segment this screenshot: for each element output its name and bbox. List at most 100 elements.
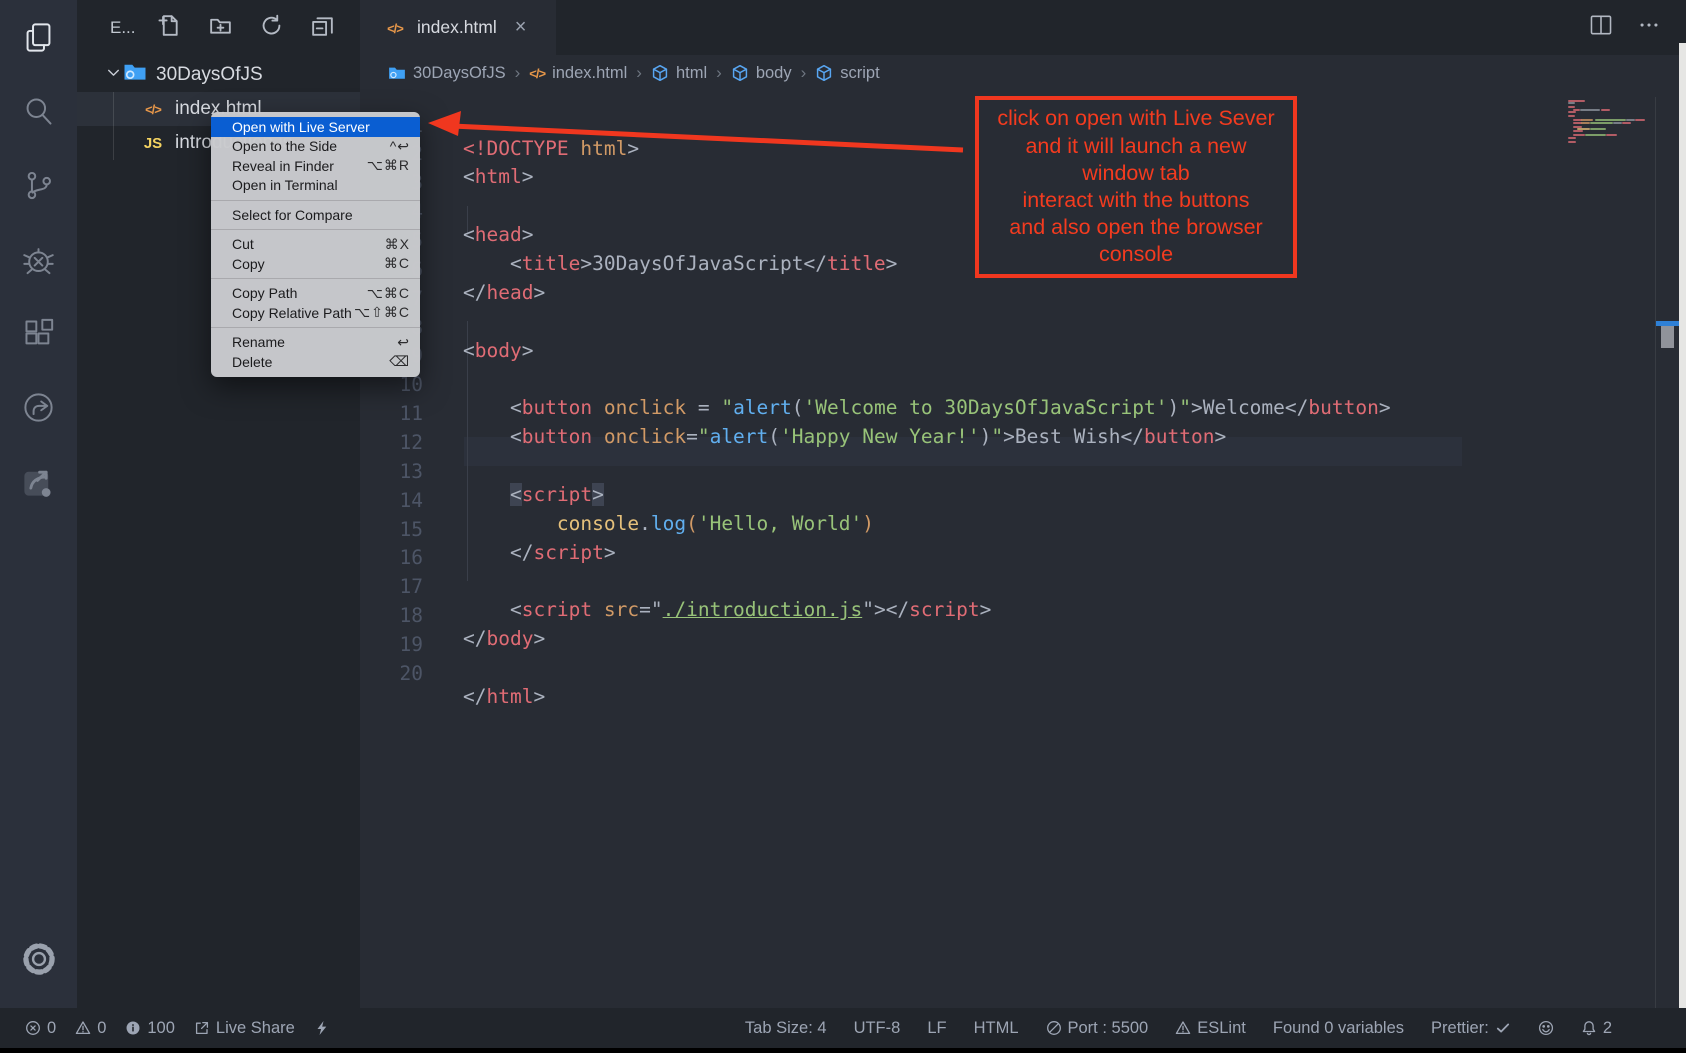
menu-item-open-in-terminal[interactable]: Open in Terminal <box>211 176 420 196</box>
explorer-title: E... <box>110 18 136 38</box>
status-label: 0 <box>97 1019 106 1038</box>
status-item-variables-found[interactable]: Found 0 variables <box>1273 1019 1404 1038</box>
info-icon <box>125 1020 141 1036</box>
search-icon[interactable] <box>0 74 77 148</box>
annotation-text-line: and it will launch a new <box>979 133 1293 160</box>
menu-item-copy-path[interactable]: Copy Path⌥⌘C <box>211 284 420 304</box>
code-line-11: 11 <button onclick="alert('Happy New Yea… <box>360 379 407 408</box>
cube-icon <box>731 64 749 82</box>
explorer-icon[interactable] <box>0 0 77 74</box>
check-icon <box>1495 1020 1511 1036</box>
status-item-prettier[interactable]: Prettier: <box>1431 1019 1511 1038</box>
status-item-language-mode[interactable]: HTML <box>974 1019 1019 1038</box>
status-item-tab-size[interactable]: Tab Size: 4 <box>745 1019 827 1038</box>
refresh-explorer-icon[interactable] <box>260 14 283 42</box>
breadcrumb-item-script[interactable]: script <box>815 64 879 83</box>
status-item-go-live[interactable] <box>314 1020 330 1036</box>
status-bar: 0 0 100 Live Share Tab Size: 4 UTF-8 LF HTML Po… <box>0 1008 1686 1048</box>
menu-item-reveal-in-finder[interactable]: Reveal in Finder⌥⌘R <box>211 156 420 176</box>
status-item-feedback[interactable] <box>1538 1020 1554 1036</box>
menu-item-open-to-the-side[interactable]: Open to the Side^↩ <box>211 137 420 157</box>
bell-icon <box>1581 1020 1597 1036</box>
smiley-icon <box>1538 1020 1554 1036</box>
annotation-box: click on open with Live Severand it will… <box>975 96 1297 278</box>
menu-divider <box>211 327 420 328</box>
status-label: Live Share <box>216 1019 295 1038</box>
status-label: Port : 5500 <box>1068 1019 1149 1038</box>
menu-divider <box>211 200 420 201</box>
settings-gear-icon[interactable] <box>0 940 77 978</box>
js-file-icon: JS <box>140 132 166 154</box>
extensions-icon[interactable] <box>0 296 77 370</box>
new-folder-icon[interactable] <box>209 14 232 42</box>
slash-icon <box>1046 1020 1062 1036</box>
annotation-text-line: console <box>979 241 1293 268</box>
menu-item-copy-relative-path[interactable]: Copy Relative Path⌥⇧⌘C <box>211 303 420 323</box>
scrollbar-track-border <box>1655 97 1656 1008</box>
menu-item-rename[interactable]: Rename↩ <box>211 333 420 353</box>
menu-divider <box>211 278 420 279</box>
code-line-16: 16 <box>360 523 407 552</box>
scrollbar-thumb[interactable] <box>1661 326 1674 348</box>
breadcrumb-separator: › <box>801 63 807 83</box>
annotation-text-line: interact with the buttons <box>979 187 1293 214</box>
more-actions-icon[interactable] <box>1636 12 1662 43</box>
breadcrumb-separator: › <box>515 63 521 83</box>
code-line-14: 14 console.log('Hello, World') <box>360 466 407 495</box>
error-icon <box>25 1020 41 1036</box>
status-item-live-server-port[interactable]: Port : 5500 <box>1046 1019 1149 1038</box>
context-menu: Open with Live ServerOpen to the Side^↩R… <box>211 112 420 377</box>
vscode-window: E... 30DaysOfJS</> index.htmlJS introduc… <box>0 0 1686 1053</box>
status-label: Found 0 variables <box>1273 1019 1404 1038</box>
menu-item-select-for-compare[interactable]: Select for Compare <box>211 205 420 225</box>
menu-divider <box>211 229 420 230</box>
new-file-icon[interactable] <box>158 14 181 42</box>
code-line-19: 19 <box>360 610 407 639</box>
status-item-eol[interactable]: LF <box>927 1019 946 1038</box>
breadcrumb-item-index.html[interactable]: </>index.html <box>529 64 627 83</box>
breadcrumb-item-body[interactable]: body <box>731 64 792 83</box>
run-debug-icon[interactable] <box>0 222 77 296</box>
status-item-notifications[interactable]: 2 <box>1581 1019 1612 1038</box>
collapse-folders-icon[interactable] <box>311 14 334 42</box>
status-item-eslint[interactable]: ESLint <box>1175 1019 1246 1038</box>
menu-item-open-with-live-server[interactable]: Open with Live Server <box>211 117 420 137</box>
line-number: 20 <box>360 662 423 685</box>
tab-label: index.html <box>417 17 497 38</box>
status-item-errors-count[interactable]: 0 <box>25 1019 56 1038</box>
menu-item-delete[interactable]: Delete⌫ <box>211 352 420 372</box>
status-item-warnings-count[interactable]: 0 <box>75 1019 106 1038</box>
live-share-icon[interactable] <box>0 370 77 444</box>
source-control-icon[interactable] <box>0 148 77 222</box>
folder-icon <box>123 60 147 90</box>
tab-close-icon[interactable]: × <box>515 16 527 39</box>
warning-icon <box>75 1020 91 1036</box>
breadcrumb-item-30DaysOfJS[interactable]: 30DaysOfJS <box>388 64 506 83</box>
status-item-encoding[interactable]: UTF-8 <box>854 1019 901 1038</box>
code-line-12: 12 <box>360 408 407 437</box>
status-label: 2 <box>1603 1019 1612 1038</box>
share-extension-icon[interactable] <box>0 444 77 518</box>
status-label: Prettier: <box>1431 1019 1489 1038</box>
menu-item-copy[interactable]: Copy⌘C <box>211 254 420 274</box>
activity-bar <box>0 0 77 1008</box>
tab-index-html[interactable]: </> index.html × <box>360 0 556 55</box>
status-label: LF <box>927 1019 946 1038</box>
code-line-17: 17 <script src="./introduction.js"></scr… <box>360 552 407 581</box>
status-item-info-count[interactable]: 100 <box>125 1019 175 1038</box>
html-file-icon: </> <box>140 98 166 120</box>
explorer-header: E... <box>77 0 360 55</box>
status-item-live-share[interactable]: Live Share <box>194 1019 295 1038</box>
annotation-text-line: and also open the browser <box>979 214 1293 241</box>
warning-icon <box>1175 1020 1191 1036</box>
share-icon <box>194 1020 210 1036</box>
folder-label: 30DaysOfJS <box>156 64 263 86</box>
status-label: 100 <box>147 1019 175 1038</box>
html-file-icon: </> <box>382 17 408 38</box>
breadcrumb-item-html[interactable]: html <box>651 64 707 83</box>
code-line-18: 18 </body> <box>360 581 407 610</box>
menu-item-cut[interactable]: Cut⌘X <box>211 235 420 255</box>
folder-icon <box>388 64 406 82</box>
split-editor-icon[interactable] <box>1588 12 1614 43</box>
tree-folder-30DaysOfJS[interactable]: 30DaysOfJS <box>77 58 360 92</box>
